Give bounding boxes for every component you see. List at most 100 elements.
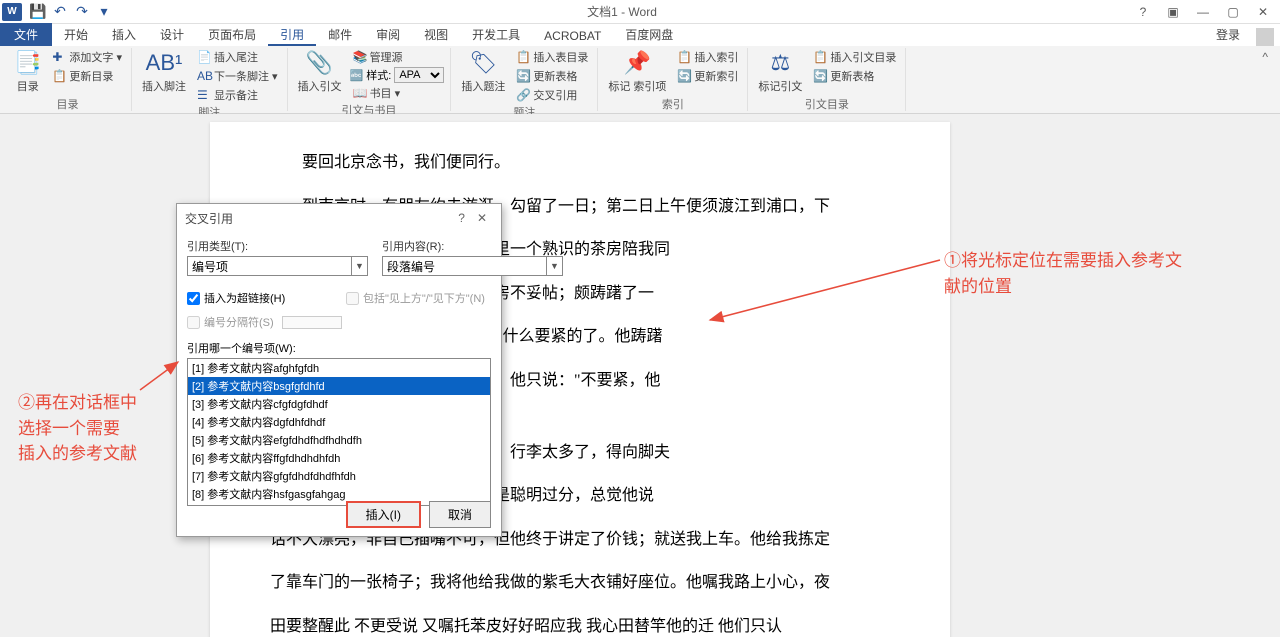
- tab-file[interactable]: 文件: [0, 23, 52, 46]
- bib-icon: 📖: [353, 86, 367, 100]
- mark-citation-button[interactable]: ⚖标记引文: [754, 48, 806, 96]
- redo-icon[interactable]: ↷: [74, 4, 90, 20]
- reftype-input[interactable]: [188, 257, 351, 275]
- tab-baidu[interactable]: 百度网盘: [613, 23, 685, 46]
- footnote-icon: AB¹: [146, 50, 183, 76]
- insert-endnote-button[interactable]: 📄插入尾注: [194, 48, 281, 66]
- cancel-button[interactable]: 取消: [429, 501, 491, 528]
- manage-sources-button[interactable]: 📚管理源: [350, 48, 445, 66]
- undo-icon[interactable]: ↶: [52, 4, 68, 20]
- dialog-title: 交叉引用: [185, 210, 233, 227]
- dialog-title-bar[interactable]: 交叉引用 ? ✕: [177, 204, 501, 232]
- list-item[interactable]: [2] 参考文献内容bsgfgfdhfd: [188, 377, 490, 395]
- avatar-icon[interactable]: [1256, 28, 1274, 46]
- tab-devtools[interactable]: 开发工具: [460, 23, 532, 46]
- index-icon: 📋: [677, 50, 691, 64]
- reftype-select[interactable]: ▼: [187, 256, 368, 276]
- insert-index-button[interactable]: 📋插入索引: [674, 48, 741, 66]
- ribbon-group-caption: 🏷插入题注 📋插入表目录 🔄更新表格 🔗交叉引用 题注: [451, 48, 598, 111]
- next-footnote-button[interactable]: AB下一条脚注 ▾: [194, 67, 281, 85]
- plus-icon: ✚: [52, 50, 66, 64]
- endnote-icon: 📄: [197, 50, 211, 64]
- update-icon: 🔄: [677, 69, 691, 83]
- insert-footnote-button[interactable]: AB¹插入脚注: [138, 48, 190, 96]
- chevron-down-icon[interactable]: ▼: [351, 257, 367, 275]
- minimize-button[interactable]: —: [1192, 3, 1214, 21]
- ribbon-group-footnote: AB¹插入脚注 📄插入尾注 AB下一条脚注 ▾ ☰显示备注 脚注: [132, 48, 288, 111]
- dialog-close-button[interactable]: ✕: [471, 211, 493, 225]
- mark-index-button[interactable]: 📌标记 索引项: [604, 48, 670, 96]
- window-controls: ? ▣ — ▢ ✕: [1132, 3, 1274, 21]
- collapse-ribbon-icon[interactable]: ^: [1254, 48, 1276, 111]
- ribbon-group-authorities: ⚖标记引文 📋插入引文目录 🔄更新表格 引文目录: [748, 48, 906, 111]
- separator-input: [282, 316, 342, 329]
- tab-acrobat[interactable]: ACROBAT: [532, 26, 613, 46]
- mark-icon: 📌: [624, 50, 651, 76]
- annotation-1: ①将光标定位在需要插入参考文献的位置: [944, 248, 1182, 299]
- refcontent-select[interactable]: ▼: [382, 256, 563, 276]
- tab-start[interactable]: 开始: [52, 23, 100, 46]
- cross-reference-button[interactable]: 🔗交叉引用: [513, 86, 591, 104]
- crossref-icon: 🔗: [516, 88, 530, 102]
- refcontent-label: 引用内容(R):: [382, 238, 563, 254]
- insert-authorities-button[interactable]: 📋插入引文目录: [810, 48, 899, 66]
- update-authorities-button[interactable]: 🔄更新表格: [810, 67, 899, 85]
- group-label: 索引: [662, 96, 684, 113]
- insert-hyperlink-checkbox[interactable]: 插入为超链接(H): [187, 290, 332, 306]
- update-toc-button[interactable]: 📋更新目录: [49, 67, 125, 85]
- insert-button[interactable]: 插入(I): [346, 501, 421, 528]
- style-dropdown[interactable]: APA: [394, 67, 444, 83]
- dialog-help-button[interactable]: ?: [452, 211, 471, 225]
- auth-icon: 📋: [813, 50, 827, 64]
- update-index-button[interactable]: 🔄更新索引: [674, 67, 741, 85]
- maximize-button[interactable]: ▢: [1222, 3, 1244, 21]
- list-item[interactable]: [6] 参考文献内容ffgfdhdhdhfdh: [188, 449, 490, 467]
- list-item[interactable]: [5] 参考文献内容efgfdhdfhdfhdhdfh: [188, 431, 490, 449]
- tab-insert[interactable]: 插入: [100, 23, 148, 46]
- ribbon-group-index: 📌标记 索引项 📋插入索引 🔄更新索引 索引: [598, 48, 748, 111]
- tab-references[interactable]: 引用: [268, 23, 316, 46]
- group-label: 目录: [56, 96, 78, 113]
- reference-list[interactable]: [1] 参考文献内容afghfgfdh[2] 参考文献内容bsgfgfdhfd[…: [187, 358, 491, 506]
- update-icon: 📋: [52, 69, 66, 83]
- list-item[interactable]: [3] 参考文献内容cfgfdgfdhdf: [188, 395, 490, 413]
- tab-design[interactable]: 设计: [148, 23, 196, 46]
- paragraph: 要回北京念书，我们便同行。: [270, 142, 890, 184]
- citation-style-select[interactable]: 🔤样式:APA: [350, 67, 445, 83]
- quick-access-toolbar: 💾 ↶ ↷ ▾: [30, 4, 112, 20]
- update-figures-button[interactable]: 🔄更新表格: [513, 67, 591, 85]
- add-text-button[interactable]: ✚添加文字 ▾: [49, 48, 125, 66]
- refcontent-input[interactable]: [383, 257, 546, 275]
- save-icon[interactable]: 💾: [30, 4, 46, 20]
- close-button[interactable]: ✕: [1252, 3, 1274, 21]
- show-notes-button[interactable]: ☰显示备注: [194, 86, 281, 104]
- caption-icon: 🏷: [469, 50, 497, 76]
- tab-layout[interactable]: 页面布局: [196, 23, 268, 46]
- toc-button[interactable]: 📑目录: [10, 48, 45, 96]
- tab-view[interactable]: 视图: [412, 23, 460, 46]
- login-link[interactable]: 登录: [1206, 23, 1250, 46]
- qat-more-icon[interactable]: ▾: [96, 4, 112, 20]
- insert-citation-button[interactable]: 📎插入引文: [294, 48, 346, 96]
- bibliography-button[interactable]: 📖书目 ▾: [350, 84, 445, 102]
- update-icon: 🔄: [813, 69, 827, 83]
- above-below-checkbox[interactable]: 包括"见上方"/"见下方"(N): [346, 290, 491, 306]
- citation-icon: 📎: [306, 50, 333, 76]
- list-item[interactable]: [7] 参考文献内容gfgfdhdfdhdfhfdh: [188, 467, 490, 485]
- window-title: 文档1 - Word: [112, 3, 1132, 20]
- tof-icon: 📋: [516, 50, 530, 64]
- tab-mail[interactable]: 邮件: [316, 23, 364, 46]
- insert-table-of-figures-button[interactable]: 📋插入表目录: [513, 48, 591, 66]
- help-button[interactable]: ?: [1132, 3, 1154, 21]
- insert-caption-button[interactable]: 🏷插入题注: [457, 48, 509, 96]
- list-item[interactable]: [4] 参考文献内容dgfdhfdhdf: [188, 413, 490, 431]
- cross-reference-dialog: 交叉引用 ? ✕ 引用类型(T): ▼ 引用内容(R): ▼ 插入为超链接(: [176, 203, 502, 537]
- list-item[interactable]: [1] 参考文献内容afghfgfdh: [188, 359, 490, 377]
- chevron-down-icon[interactable]: ▼: [546, 257, 562, 275]
- tab-review[interactable]: 审阅: [364, 23, 412, 46]
- ribbon-group-toc: 📑目录 ✚添加文字 ▾ 📋更新目录 目录: [4, 48, 132, 111]
- next-icon: AB: [197, 69, 211, 83]
- ribbon-group-citation: 📎插入引文 📚管理源 🔤样式:APA 📖书目 ▾ 引文与书目: [288, 48, 452, 111]
- ribbon-options-button[interactable]: ▣: [1162, 3, 1184, 21]
- ribbon: 📑目录 ✚添加文字 ▾ 📋更新目录 目录 AB¹插入脚注 📄插入尾注 AB下一条…: [0, 46, 1280, 114]
